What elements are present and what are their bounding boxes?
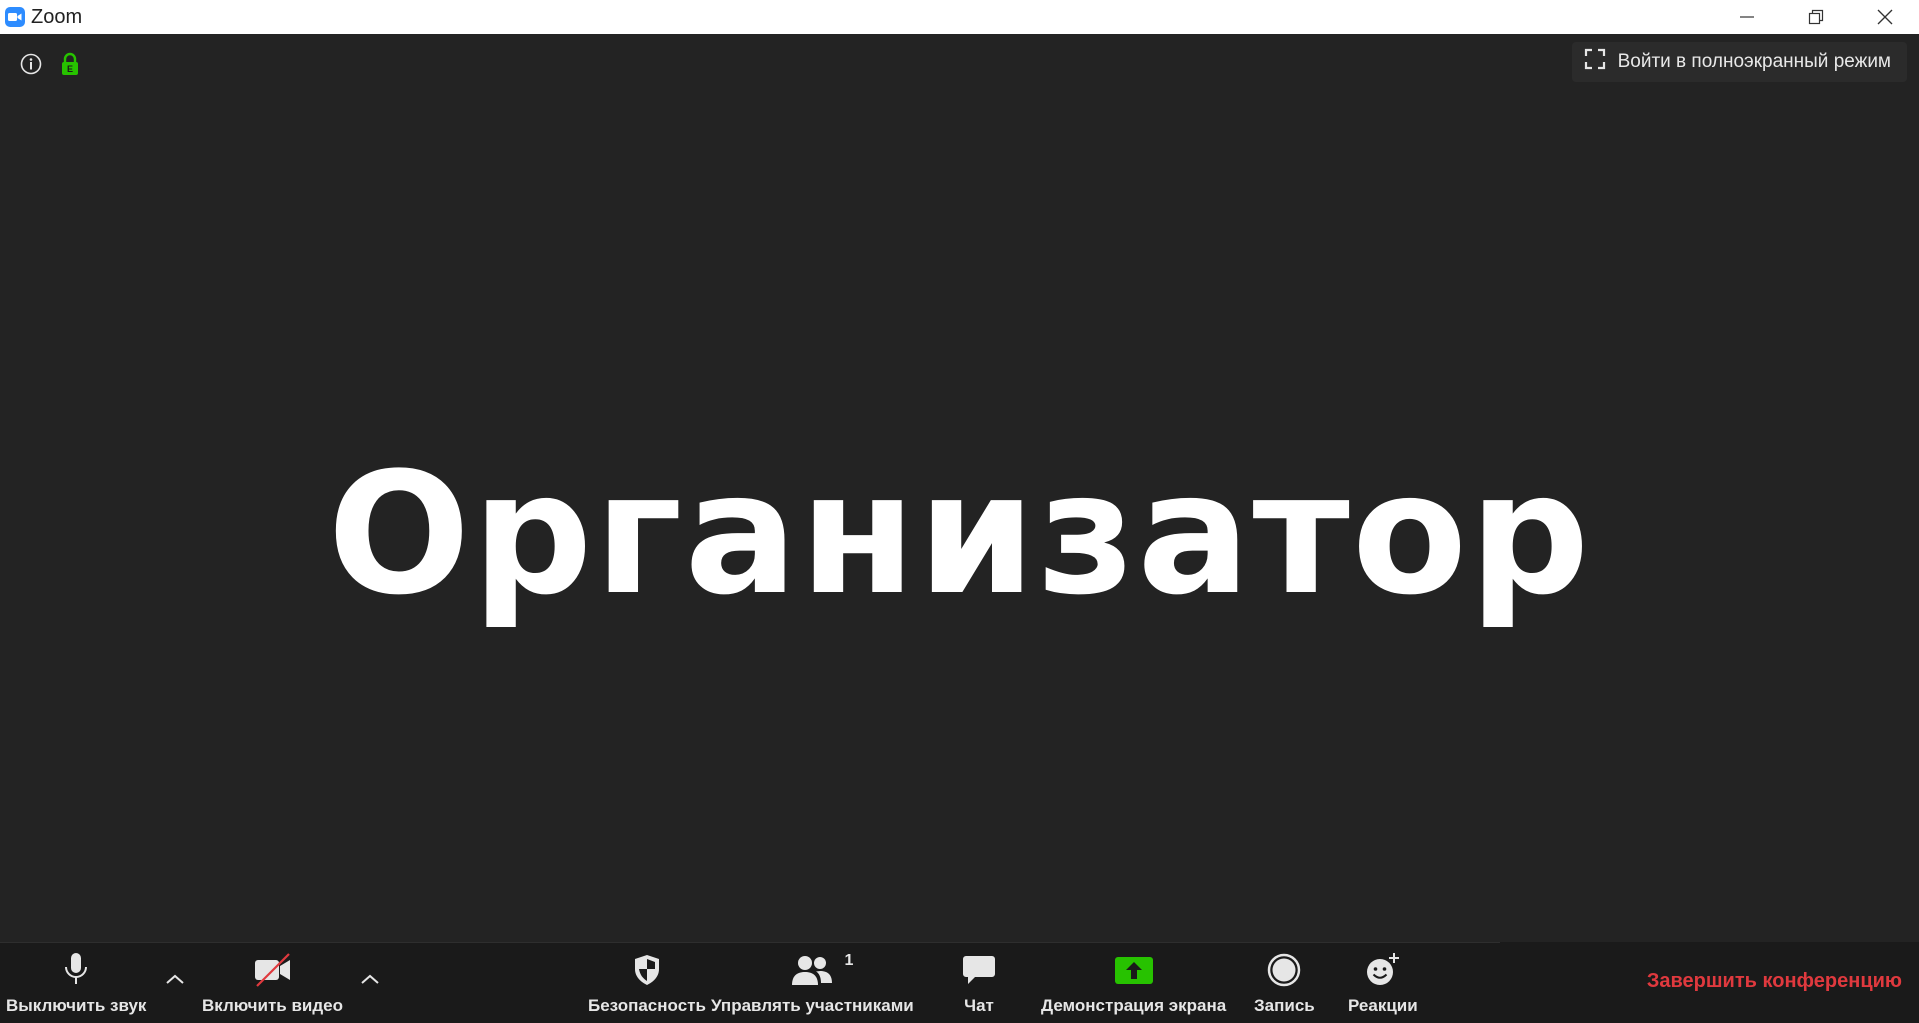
- chat-bubble-icon: [961, 950, 997, 990]
- chevron-up-icon: [361, 974, 379, 984]
- window-titlebar: Zoom: [0, 0, 1919, 34]
- participant-name-display: Организатор: [327, 436, 1592, 632]
- participants-count: 1: [844, 952, 854, 969]
- start-video-button[interactable]: Включить видео: [202, 950, 343, 1016]
- end-meeting-button[interactable]: Завершить конференцию: [1647, 970, 1902, 993]
- reactions-label: Реакции: [1348, 996, 1418, 1015]
- security-button[interactable]: Безопасность: [588, 950, 706, 1016]
- video-options-button[interactable]: [355, 964, 385, 994]
- record-label: Запись: [1254, 996, 1315, 1015]
- manage-participants-button[interactable]: 1 Управлять участниками: [711, 950, 914, 1016]
- window-controls: [1712, 0, 1919, 34]
- participants-label: Управлять участниками: [711, 996, 914, 1015]
- close-icon: [1877, 9, 1892, 25]
- participants-icon: 1: [791, 950, 853, 990]
- video-off-icon: [253, 950, 293, 990]
- fullscreen-button[interactable]: Войти в полноэкранный режим: [1571, 42, 1907, 82]
- video-label: Включить видео: [202, 996, 344, 1015]
- meeting-toolbar: Выключить звук Включить видео Безопаснос…: [0, 942, 1919, 1023]
- record-icon: [1266, 950, 1302, 990]
- toolbar-divider: [0, 942, 1500, 943]
- meeting-stage: E Войти в полноэкранный режим Организато…: [0, 34, 1919, 942]
- chat-label: Чат: [964, 996, 994, 1015]
- share-screen-button[interactable]: Демонстрация экрана: [1041, 950, 1226, 1016]
- fullscreen-label: Войти в полноэкранный режим: [1617, 51, 1891, 72]
- fullscreen-icon: [1584, 48, 1606, 76]
- zoom-app-icon: [5, 7, 25, 27]
- mute-label: Выключить звук: [6, 996, 147, 1015]
- close-button[interactable]: [1850, 0, 1919, 34]
- restore-button[interactable]: [1781, 0, 1850, 34]
- restore-icon: [1808, 9, 1823, 25]
- emoji-plus-icon: [1364, 950, 1402, 990]
- record-button[interactable]: Запись: [1254, 950, 1315, 1016]
- audio-options-button[interactable]: [160, 964, 190, 994]
- mute-button[interactable]: Выключить звук: [6, 950, 146, 1016]
- chevron-up-icon: [166, 974, 184, 984]
- shield-icon: [632, 950, 662, 990]
- minimize-button[interactable]: [1712, 0, 1781, 34]
- encryption-lock-icon[interactable]: E: [60, 52, 80, 81]
- svg-text:E: E: [67, 64, 73, 74]
- security-label: Безопасность: [588, 996, 706, 1015]
- microphone-icon: [61, 950, 91, 990]
- info-icon[interactable]: [20, 53, 42, 80]
- share-screen-label: Демонстрация экрана: [1041, 996, 1227, 1015]
- share-screen-icon: [1114, 950, 1154, 990]
- reactions-button[interactable]: Реакции: [1348, 950, 1418, 1016]
- window-title: Zoom: [31, 5, 83, 28]
- meeting-status-icons: E: [20, 52, 80, 81]
- chat-button[interactable]: Чат: [961, 950, 997, 1016]
- minimize-icon: [1739, 16, 1754, 18]
